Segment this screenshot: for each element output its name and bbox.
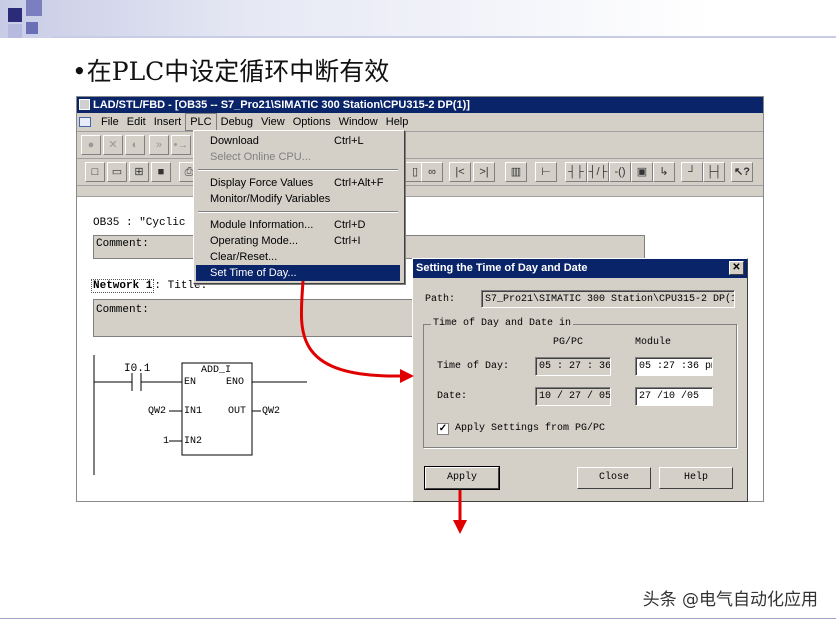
menu-options[interactable]: Options	[289, 113, 335, 131]
menu-item-monitor-modify-variables[interactable]: Monitor/Modify Variables	[196, 191, 400, 207]
toolbar-debug: ● ✕ ◐ » •→	[77, 132, 763, 159]
menu-debug[interactable]: Debug	[217, 113, 257, 131]
close-button[interactable]: Close	[577, 467, 651, 489]
menu-item-select-online-cpu: Select Online CPU...	[210, 151, 311, 163]
pg-date-field: 10 / 27 / 05	[535, 387, 611, 406]
contact-operand: I0.1	[124, 363, 151, 375]
menu-item-download[interactable]: Download Ctrl+L	[196, 133, 400, 149]
pin-in2: IN2	[184, 436, 203, 447]
overview-icon[interactable]: ▥	[505, 162, 527, 182]
group-label: Time of Day and Date in	[431, 318, 574, 329]
network-header[interactable]: Network 1: Title:	[91, 279, 207, 293]
menu-item-display-force-values[interactable]: Display Force Values Ctrl+Alt+F	[196, 175, 400, 191]
col-module-header: Module	[635, 337, 672, 348]
time-label: Time of Day:	[437, 361, 510, 372]
decor-square	[8, 24, 22, 38]
window-titlebar: LAD/STL/FBD - [OB35 -- S7_Pro21\SIMATIC …	[77, 97, 763, 113]
pg-time-field: 05 : 27 : 36	[535, 357, 611, 376]
menu-edit[interactable]: Edit	[123, 113, 150, 131]
step-into-icon[interactable]: •→	[171, 135, 191, 155]
editor-top-band	[77, 186, 763, 197]
pin-in1: IN1	[184, 406, 203, 417]
network-label: Network 1	[91, 279, 155, 293]
in1-operand: QW2	[148, 406, 167, 417]
menu-plc[interactable]: PLC	[185, 113, 217, 131]
decor-square	[26, 22, 38, 34]
menu-item-clear-reset[interactable]: Clear/Reset...	[196, 249, 400, 265]
box-title: ADD_I	[201, 365, 232, 376]
plc-menu-dropdown: Download Ctrl+L Select Online CPU... Disp…	[193, 130, 405, 284]
menu-separator	[198, 169, 398, 171]
window-title: LAD/STL/FBD - [OB35 -- S7_Pro21\SIMATIC …	[93, 99, 470, 111]
decor-square	[8, 8, 22, 22]
breakpoint-icon[interactable]: ✕	[103, 135, 123, 155]
menubar: File Edit Insert PLC Debug View Options …	[77, 113, 763, 132]
menu-file[interactable]: File	[97, 113, 123, 131]
pin-out: OUT	[228, 406, 247, 417]
new-icon[interactable]: □	[85, 162, 105, 182]
network-comment-label: Comment:	[96, 304, 149, 316]
menu-insert[interactable]: Insert	[150, 113, 186, 131]
glasses-icon[interactable]: ∞	[421, 162, 443, 182]
dialog-title: Setting the Time of Day and Date	[416, 262, 588, 274]
dialog-titlebar: Setting the Time of Day and Date ✕	[413, 259, 747, 278]
block-header: OB35 : "Cyclic	[93, 217, 186, 229]
path-field: S7_Pro21\SIMATIC 300 Station\CPU315-2 DP…	[481, 290, 735, 308]
arrowhead-down	[453, 520, 467, 534]
menu-view[interactable]: View	[257, 113, 289, 131]
menu-item-operating-mode[interactable]: Operating Mode... Ctrl+I	[196, 233, 400, 249]
decor-square	[26, 0, 42, 16]
watermark: 头条 @电气自动化应用	[642, 590, 818, 610]
coil-icon[interactable]: -()	[609, 162, 631, 182]
stop-icon[interactable]: ●	[81, 135, 101, 155]
help-button[interactable]: Help	[659, 467, 733, 489]
no-contact-icon[interactable]: ┤├	[565, 162, 587, 182]
menu-help[interactable]: Help	[382, 113, 413, 131]
pin-eno: ENO	[226, 377, 245, 388]
col-pgpc-header: PG/PC	[553, 337, 584, 348]
box-icon[interactable]: ▣	[631, 162, 653, 182]
app-icon	[79, 99, 90, 110]
step-over-icon[interactable]: »	[149, 135, 169, 155]
apply-button[interactable]: Apply	[424, 466, 500, 490]
module-time-field[interactable]: 05 :27 :36 pm	[635, 357, 713, 376]
branch-close-icon[interactable]: ┘	[681, 162, 703, 182]
apply-settings-label: Apply Settings from PG/PC	[455, 423, 606, 434]
module-date-field[interactable]: 27 /10 /05	[635, 387, 713, 406]
menu-window[interactable]: Window	[335, 113, 382, 131]
connection-icon[interactable]: ├┤	[703, 162, 725, 182]
out-operand: QW2	[262, 406, 281, 417]
rung-icon[interactable]: ⊢	[535, 162, 557, 182]
set-time-dialog: Setting the Time of Day and Date ✕ Path:…	[412, 258, 748, 502]
help-cursor-icon[interactable]: ↖?	[731, 162, 753, 182]
branch-open-icon[interactable]: ↳	[653, 162, 675, 182]
comment-label: Comment:	[96, 238, 149, 250]
document-icon[interactable]	[79, 117, 91, 127]
slide-title: •在PLC中设定循环中断有效	[72, 57, 390, 86]
nc-contact-icon[interactable]: ┤/├	[587, 162, 609, 182]
pin-en: EN	[184, 377, 197, 388]
step-icon[interactable]: ◐	[125, 135, 145, 155]
toolbar-main: □ ▭ ⊞ ■ ⎙ ▯ ∞ |< >| ▥ ⊢ ┤├ ┤/├ -() ▣ ↳ ┘…	[77, 159, 763, 186]
apply-settings-checkbox[interactable]: ✓	[437, 423, 449, 435]
menu-item-set-time-of-day[interactable]: Set Time of Day...	[196, 265, 400, 281]
in2-operand: 1	[163, 436, 170, 447]
menu-separator	[198, 211, 398, 213]
menu-item-module-information[interactable]: Module Information... Ctrl+D	[196, 217, 400, 233]
header-rule	[52, 36, 836, 38]
slide-header-band	[0, 0, 836, 38]
footer-rule	[0, 618, 836, 619]
date-label: Date:	[437, 391, 468, 402]
close-icon[interactable]: ✕	[729, 261, 744, 275]
next-network-icon[interactable]: >|	[473, 162, 495, 182]
prev-network-icon[interactable]: |<	[449, 162, 471, 182]
path-label: Path:	[425, 294, 456, 305]
network-icon[interactable]: ⊞	[129, 162, 149, 182]
open-icon[interactable]: ▭	[107, 162, 127, 182]
save-icon[interactable]: ■	[151, 162, 171, 182]
